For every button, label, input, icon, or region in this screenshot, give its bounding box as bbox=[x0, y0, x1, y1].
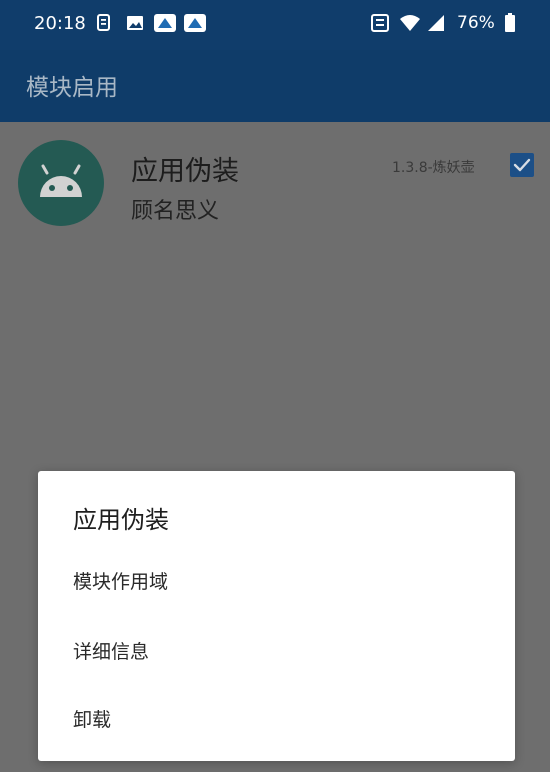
menu-item-label: 详细信息 bbox=[73, 641, 150, 663]
app-bar: 模块启用 bbox=[0, 50, 550, 122]
app-icon bbox=[184, 14, 206, 32]
image-icon bbox=[127, 16, 143, 30]
menu-item-label: 模块作用域 bbox=[73, 571, 169, 593]
wifi-icon bbox=[400, 15, 420, 31]
module-name: 应用伪装 bbox=[131, 156, 239, 187]
menu-item-details[interactable]: 详细信息 bbox=[38, 619, 515, 679]
notification-icon bbox=[371, 14, 389, 32]
status-bar: 20:18 76% bbox=[0, 0, 550, 50]
battery-percentage: 76% bbox=[457, 13, 495, 33]
menu-item-module-scope[interactable]: 模块作用域 bbox=[38, 549, 515, 609]
module-options-dialog: 应用伪装 模块作用域 详细信息 卸载 bbox=[38, 471, 515, 761]
page-title: 模块启用 bbox=[26, 75, 118, 101]
app-icon bbox=[154, 14, 176, 32]
signal-icon bbox=[428, 15, 444, 31]
module-enable-checkbox[interactable] bbox=[510, 153, 534, 177]
menu-item-uninstall[interactable]: 卸载 bbox=[38, 687, 515, 747]
status-time: 20:18 bbox=[34, 13, 86, 34]
file-icon bbox=[97, 14, 110, 31]
android-icon bbox=[40, 164, 82, 197]
battery-icon bbox=[505, 13, 515, 32]
menu-item-label: 卸载 bbox=[73, 709, 112, 731]
module-description: 顾名思义 bbox=[131, 199, 220, 224]
module-avatar bbox=[18, 140, 104, 226]
dialog-title: 应用伪装 bbox=[73, 506, 169, 534]
module-version: 1.3.8-炼妖壶 bbox=[392, 160, 475, 176]
module-list-item[interactable]: 应用伪装 顾名思义 1.3.8-炼妖壶 bbox=[0, 122, 550, 242]
check-icon bbox=[513, 158, 531, 172]
